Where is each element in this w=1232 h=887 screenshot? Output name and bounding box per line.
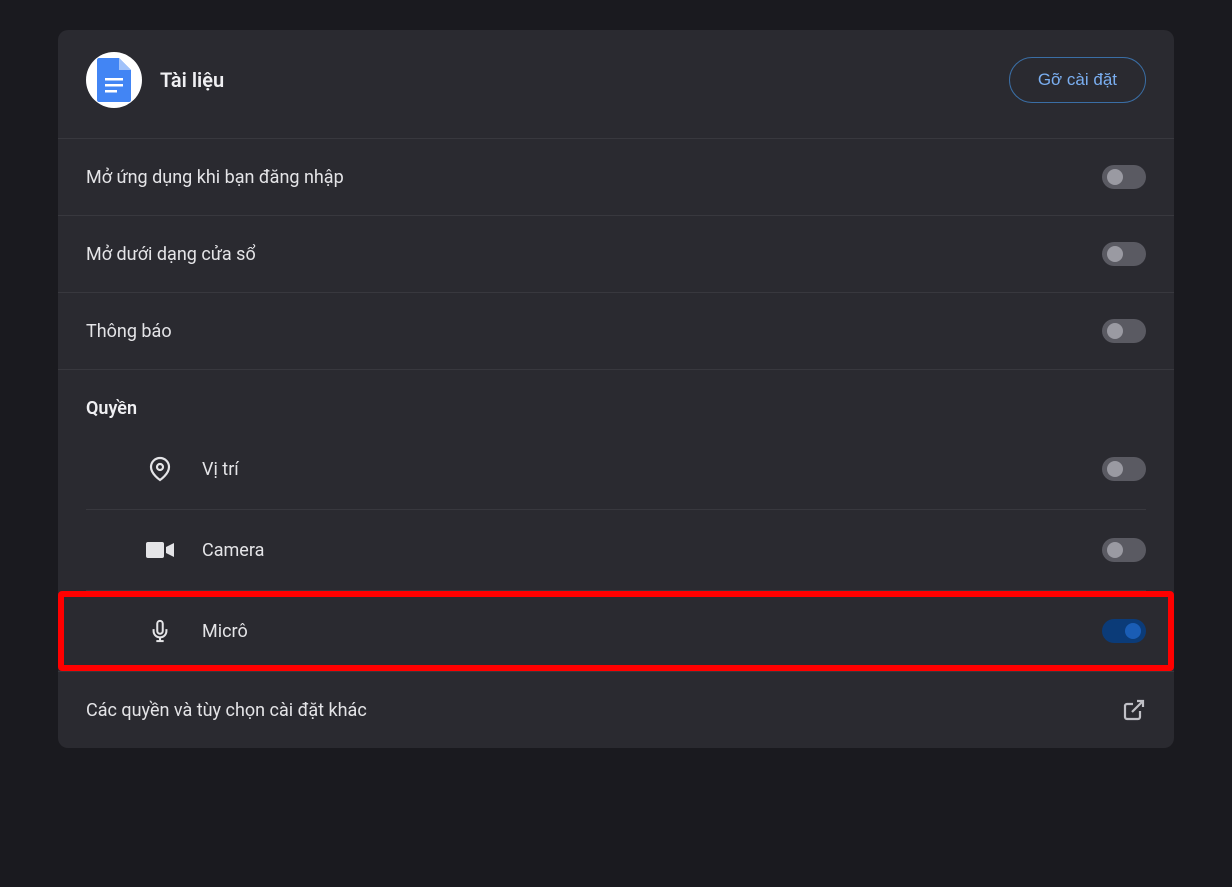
open-external-icon xyxy=(1122,698,1146,722)
setting-label: Mở ứng dụng khi bạn đăng nhập xyxy=(86,167,344,188)
toggle-open-on-login[interactable] xyxy=(1102,165,1146,189)
app-icon xyxy=(86,52,142,108)
toggle-location[interactable] xyxy=(1102,457,1146,481)
microphone-icon xyxy=(146,617,174,645)
header-left: Tài liệu xyxy=(86,52,224,108)
permission-label: Vị trí xyxy=(202,459,239,480)
permission-microphone: Micrô xyxy=(86,590,1146,671)
toggle-notifications[interactable] xyxy=(1102,319,1146,343)
permission-label: Camera xyxy=(202,540,264,561)
setting-open-on-login: Mở ứng dụng khi bạn đăng nhập xyxy=(58,138,1174,215)
uninstall-button[interactable]: Gỡ cài đặt xyxy=(1009,57,1146,103)
panel-header: Tài liệu Gỡ cài đặt xyxy=(58,30,1174,138)
app-title: Tài liệu xyxy=(160,68,224,92)
toggle-microphone[interactable] xyxy=(1102,619,1146,643)
more-permissions-label: Các quyền và tùy chọn cài đặt khác xyxy=(86,700,367,721)
toggle-camera[interactable] xyxy=(1102,538,1146,562)
location-icon xyxy=(146,455,174,483)
camera-icon xyxy=(146,536,174,564)
setting-notifications: Thông báo xyxy=(58,292,1174,369)
setting-open-as-window: Mở dưới dạng cửa sổ xyxy=(58,215,1174,292)
permission-location: Vị trí xyxy=(86,429,1146,509)
setting-label: Mở dưới dạng cửa sổ xyxy=(86,244,256,265)
app-settings-panel: Tài liệu Gỡ cài đặt Mở ứng dụng khi bạn … xyxy=(58,30,1174,748)
permission-camera: Camera xyxy=(86,509,1146,590)
toggle-open-as-window[interactable] xyxy=(1102,242,1146,266)
more-permissions-row[interactable]: Các quyền và tùy chọn cài đặt khác xyxy=(58,671,1174,748)
setting-label: Thông báo xyxy=(86,321,172,342)
permissions-title: Quyền xyxy=(58,369,1174,429)
docs-icon xyxy=(97,58,131,102)
permissions-list: Vị trí Camera xyxy=(58,429,1174,671)
permission-label: Micrô xyxy=(202,621,248,642)
